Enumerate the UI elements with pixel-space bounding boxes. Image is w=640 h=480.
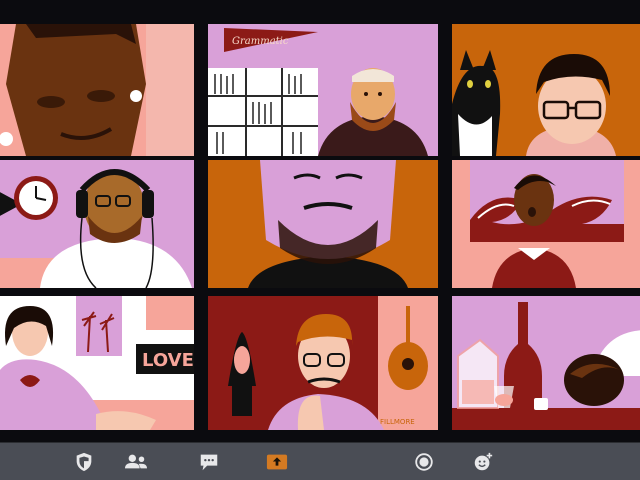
participant-video-7: LOVE bbox=[0, 296, 194, 430]
participant-video-6 bbox=[452, 160, 640, 288]
chat-button[interactable] bbox=[196, 449, 222, 475]
participant-video-9 bbox=[452, 296, 640, 430]
participant-video-3 bbox=[452, 24, 640, 156]
participant-tile-4[interactable] bbox=[0, 160, 194, 288]
participants-button[interactable] bbox=[121, 449, 151, 475]
record-icon bbox=[415, 453, 433, 471]
record-button[interactable] bbox=[411, 449, 437, 475]
meeting-toolbar bbox=[0, 442, 640, 480]
participant-tile-6[interactable] bbox=[452, 160, 640, 288]
reactions-icon bbox=[474, 452, 493, 471]
security-button[interactable] bbox=[71, 449, 97, 475]
participants-icon bbox=[125, 454, 147, 469]
participant-video-5 bbox=[208, 160, 438, 288]
participant-tile-5[interactable] bbox=[208, 160, 438, 288]
video-gallery: Grammatic LOVE FILLMORE bbox=[0, 0, 640, 442]
reactions-button[interactable] bbox=[470, 449, 496, 475]
share-screen-button[interactable] bbox=[264, 449, 290, 475]
share-screen-icon bbox=[266, 454, 288, 470]
participant-tile-2[interactable]: Grammatic bbox=[208, 24, 438, 156]
participant-video-1 bbox=[0, 24, 194, 156]
participant-video-4 bbox=[0, 160, 194, 288]
chat-icon bbox=[200, 454, 218, 471]
participant-tile-8[interactable]: FILLMORE bbox=[208, 296, 438, 430]
security-shield-icon bbox=[76, 452, 92, 472]
participant-video-2: Grammatic bbox=[208, 24, 438, 156]
love-sign-text: LOVE bbox=[142, 350, 194, 371]
participant-tile-7[interactable]: LOVE bbox=[0, 296, 194, 430]
participant-tile-3[interactable] bbox=[452, 24, 640, 156]
participant-tile-1[interactable] bbox=[0, 24, 194, 156]
pennant-text: Grammatic bbox=[232, 36, 289, 47]
participant-video-8: FILLMORE bbox=[208, 296, 438, 430]
fillmore-poster-text: FILLMORE bbox=[380, 418, 415, 426]
participant-tile-9[interactable] bbox=[452, 296, 640, 430]
